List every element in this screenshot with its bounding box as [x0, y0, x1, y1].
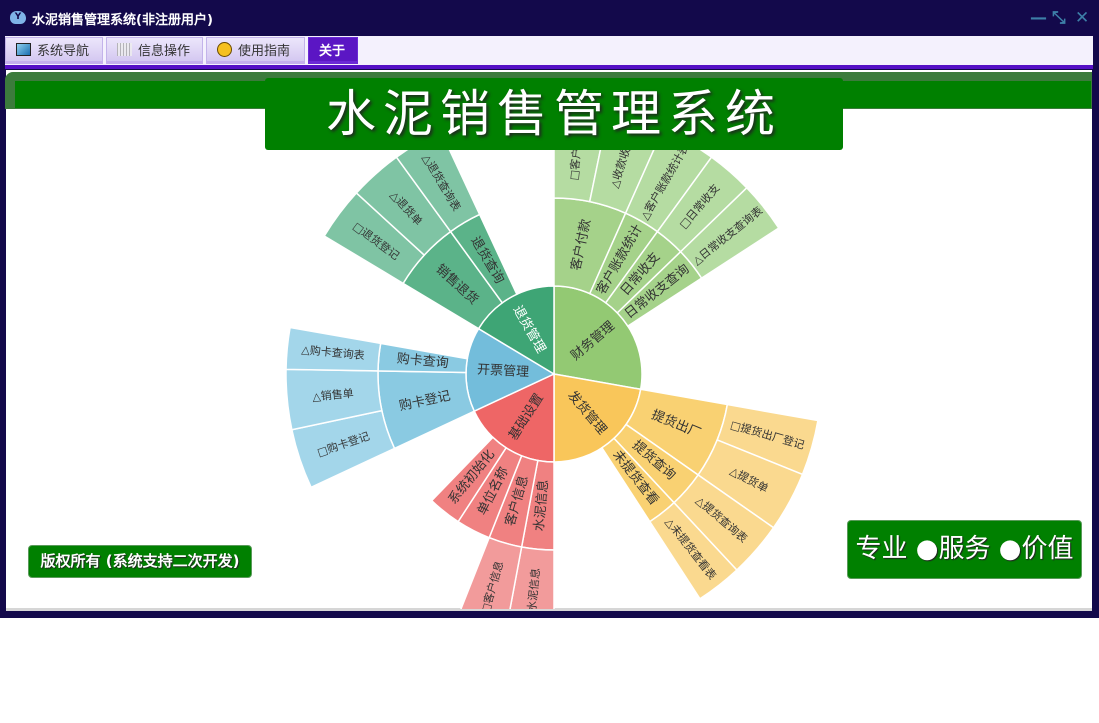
copyright-badge: 版权所有 (系统支持二次开发)	[28, 545, 252, 578]
sunburst-label: 开票管理	[477, 362, 530, 380]
system-title-banner: 水泥销售管理系统	[265, 78, 843, 150]
sunburst-segment[interactable]	[377, 370, 476, 450]
slogan-badge: 专业 ●服务 ●价值	[847, 520, 1082, 579]
